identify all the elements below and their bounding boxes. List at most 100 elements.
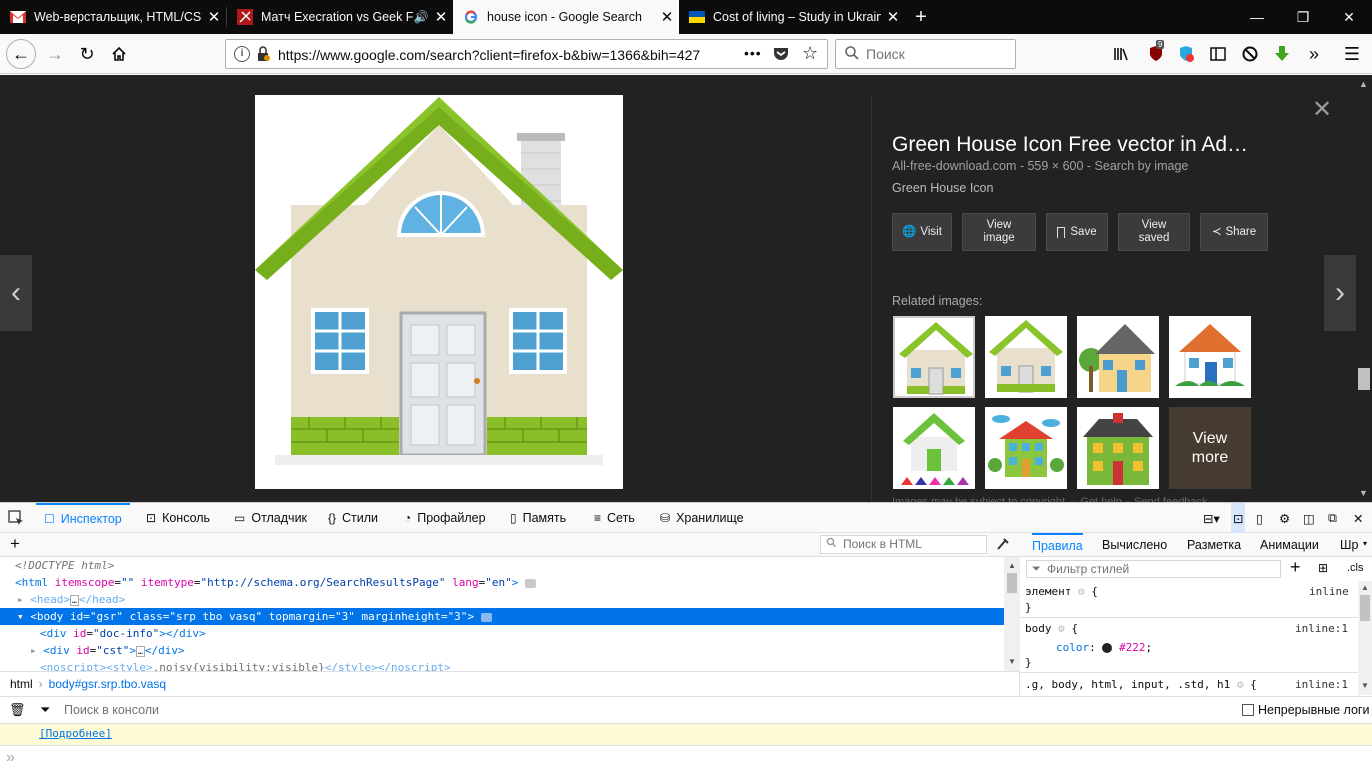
style-filter-input[interactable]: ⏷ Фильтр стилей bbox=[1026, 560, 1281, 578]
restore-button[interactable]: ❐ bbox=[1280, 0, 1326, 34]
persist-logs-checkbox[interactable] bbox=[1242, 704, 1254, 716]
next-image-button[interactable]: › bbox=[1324, 255, 1356, 331]
scroll-down-icon[interactable]: ▼ bbox=[1359, 488, 1368, 498]
dock-options-icon[interactable]: ⊟▾ bbox=[1203, 503, 1220, 533]
devtools-tab-styles[interactable]: {} Стили bbox=[328, 503, 378, 533]
devtools-tab-debugger[interactable]: ▭ Отладчик bbox=[234, 503, 307, 533]
settings-gear-icon[interactable]: ⚙ bbox=[1279, 503, 1290, 533]
rule-declaration[interactable]: color: #222; bbox=[1056, 641, 1152, 654]
rule-source[interactable]: inline bbox=[1309, 585, 1349, 598]
view-image-button[interactable]: View image bbox=[962, 213, 1036, 251]
library-icon[interactable] bbox=[1110, 42, 1134, 66]
tab-rules[interactable]: Правила bbox=[1032, 533, 1083, 557]
search-input[interactable] bbox=[866, 45, 1006, 63]
rule-element-selector[interactable]: элемент ⚙ { bbox=[1025, 585, 1098, 598]
lock-icon[interactable] bbox=[256, 46, 270, 65]
filter-icon[interactable]: ⏷ bbox=[40, 702, 50, 718]
tracking-icon[interactable] bbox=[1238, 42, 1262, 66]
source-link[interactable]: All-free-download.com bbox=[892, 159, 1016, 173]
devtools-tab-memory[interactable]: ▯ Память bbox=[510, 503, 566, 533]
devtools-tab-profiler[interactable]: ◔ Профайлер bbox=[404, 503, 486, 533]
rule-body-selector[interactable]: body ⚙ { bbox=[1025, 622, 1078, 635]
close-icon[interactable]: ✕ bbox=[655, 8, 679, 26]
close-icon[interactable]: ✕ bbox=[429, 8, 453, 26]
page-scrollbar[interactable]: ▲ ▼ bbox=[1356, 75, 1372, 502]
rule-source[interactable]: inline:1 bbox=[1295, 678, 1348, 691]
save-button[interactable]: Save bbox=[1046, 213, 1108, 251]
console-filter-input[interactable]: Поиск в консоли bbox=[64, 703, 159, 717]
back-button[interactable]: ← bbox=[6, 39, 36, 69]
breadcrumb-item[interactable]: body#gsr.srp.tbo.vasq bbox=[49, 677, 166, 691]
split-console-icon[interactable]: ⊡ bbox=[1231, 503, 1246, 533]
image-title[interactable]: Green House Icon Free vector in Ad… bbox=[892, 133, 1248, 157]
view-saved-button[interactable]: View saved bbox=[1118, 213, 1190, 251]
search-by-image-link[interactable]: Search by image bbox=[1095, 159, 1189, 173]
markup-line-cst[interactable]: ▸ <div id="cst">… </div> bbox=[0, 642, 1004, 659]
dock-side-icon[interactable]: ◫ bbox=[1303, 503, 1315, 533]
url-text[interactable]: https://www.google.com/search?client=fir… bbox=[278, 47, 708, 63]
add-rule-icon[interactable]: + bbox=[1290, 557, 1301, 578]
bookmark-star-icon[interactable]: ☆ bbox=[802, 43, 818, 64]
scroll-up-icon[interactable]: ▲ bbox=[1359, 79, 1368, 89]
tab-study-ukraine[interactable]: Cost of living – Study in Ukraine ✕ bbox=[679, 0, 905, 34]
console-prompt-icon[interactable]: » bbox=[6, 749, 15, 767]
cls-toggle[interactable]: .cls bbox=[1347, 562, 1364, 574]
tab-match[interactable]: Матч Execration vs Geek Fa 🔊 ✕ bbox=[227, 0, 453, 34]
close-icon[interactable]: ✕ bbox=[202, 8, 226, 26]
devtools-tab-inspector[interactable]: ☐ Инспектор bbox=[36, 503, 130, 533]
pocket-icon[interactable] bbox=[773, 45, 789, 64]
devtools-tab-storage[interactable]: ⛁ Хранилище bbox=[660, 503, 744, 533]
separate-window-icon[interactable]: ⧉ bbox=[1328, 503, 1337, 533]
related-image-3[interactable] bbox=[1077, 316, 1159, 398]
close-icon[interactable]: ✕ bbox=[881, 8, 905, 26]
speaker-icon[interactable]: 🔊 bbox=[413, 10, 429, 24]
sidebar-icon[interactable] bbox=[1206, 42, 1230, 66]
view-more-button[interactable]: View more bbox=[1169, 407, 1251, 489]
scroll-thumb[interactable] bbox=[1358, 368, 1370, 390]
related-image-1[interactable] bbox=[893, 316, 975, 398]
tab-google-search[interactable]: house icon - Google Search ✕ bbox=[453, 0, 679, 34]
forward-button[interactable]: → bbox=[40, 39, 70, 69]
related-image-2[interactable] bbox=[985, 316, 1067, 398]
page-actions-icon[interactable]: ••• bbox=[744, 45, 762, 61]
breadcrumb-item[interactable]: html bbox=[10, 677, 33, 691]
menu-icon[interactable]: ☰ bbox=[1340, 42, 1364, 66]
tab-gmail[interactable]: Web-верстальщик, HTML/CSS ✕ bbox=[0, 0, 226, 34]
minimize-button[interactable]: — bbox=[1234, 0, 1280, 34]
url-bar[interactable]: i https://www.google.com/search?client=f… bbox=[225, 39, 828, 69]
eyedropper-icon[interactable] bbox=[996, 535, 1010, 554]
related-image-6[interactable] bbox=[985, 407, 1067, 489]
rule-source[interactable]: inline:1 bbox=[1295, 622, 1348, 635]
markup-scrollbar[interactable]: ▲ ▼ bbox=[1004, 557, 1020, 671]
add-node-icon[interactable]: + bbox=[10, 534, 20, 554]
related-image-7[interactable] bbox=[1077, 407, 1159, 489]
color-swatch[interactable] bbox=[1102, 643, 1113, 653]
house-image[interactable] bbox=[255, 95, 623, 489]
rules-scrollbar[interactable]: ▲ ▼ bbox=[1358, 581, 1372, 695]
markup-line-body[interactable]: ▾ <body id="gsr" class="srp tbo vasq" to… bbox=[0, 608, 1004, 625]
rule-global-selector[interactable]: .g, body, html, input, .std, h1 ⚙ { bbox=[1025, 678, 1257, 691]
reload-button[interactable]: ↻ bbox=[72, 39, 102, 69]
event-badge[interactable] bbox=[525, 578, 537, 588]
info-icon[interactable]: i bbox=[234, 46, 250, 62]
tab-computed[interactable]: Вычислено bbox=[1102, 533, 1167, 557]
search-bar[interactable] bbox=[835, 39, 1016, 69]
ublock-icon[interactable]: 9 bbox=[1144, 40, 1168, 66]
learn-more-link[interactable]: [Подробнее] bbox=[39, 727, 112, 740]
prev-image-button[interactable]: ‹ bbox=[0, 255, 32, 331]
trash-icon[interactable]: 🗑 bbox=[9, 702, 26, 718]
markup-line-html[interactable]: <html itemscope="" itemtype="http://sche… bbox=[0, 574, 1004, 591]
markup-line-doc-info[interactable]: <div id="doc-info"></div> bbox=[0, 625, 1004, 642]
tab-fonts[interactable]: Шр bbox=[1340, 533, 1358, 557]
new-tab-button[interactable]: + bbox=[904, 0, 938, 34]
devtools-close-icon[interactable]: ✕ bbox=[1353, 503, 1363, 533]
extension-shield-icon[interactable] bbox=[1174, 42, 1198, 66]
responsive-mode-icon[interactable]: ▯ bbox=[1256, 503, 1263, 533]
tab-animations[interactable]: Анимации bbox=[1260, 533, 1319, 557]
share-button[interactable]: ≺ Share bbox=[1200, 213, 1268, 251]
html-search-input[interactable]: Поиск в HTML bbox=[820, 535, 987, 554]
window-close-button[interactable]: ✕ bbox=[1326, 0, 1372, 34]
tab-layout[interactable]: Разметка bbox=[1187, 533, 1241, 557]
markup-line-noscript[interactable]: <noscript><style>.nojsv{visibility:visib… bbox=[0, 659, 1004, 671]
markup-line-doctype[interactable]: <!DOCTYPE html> bbox=[0, 557, 1004, 574]
